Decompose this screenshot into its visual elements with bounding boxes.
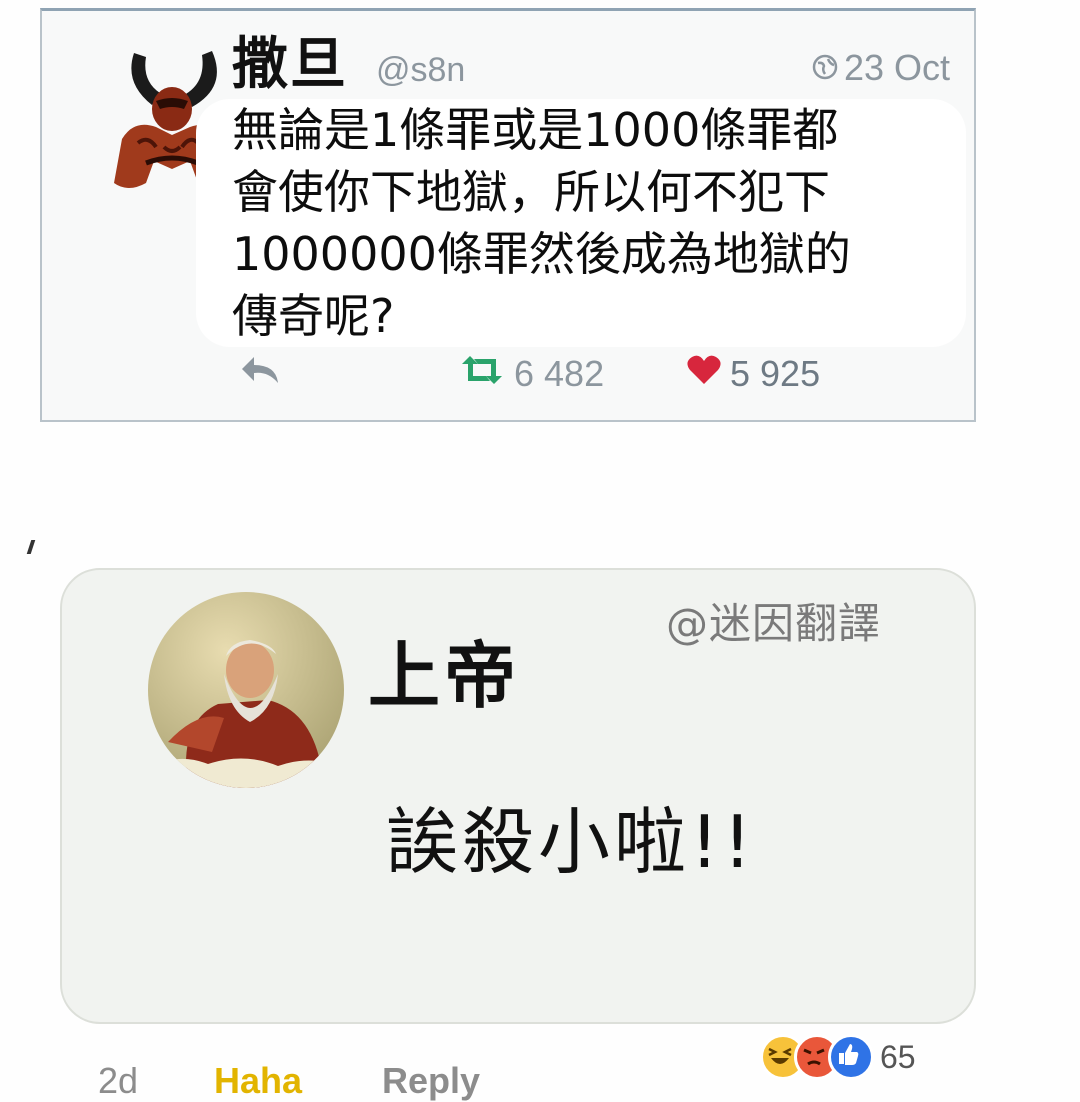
like-count: 5 925 (730, 353, 821, 394)
tweet-time-text: 23 Oct (843, 47, 950, 88)
tweet-text-line: 會使你下地獄，所以何不犯下 (232, 165, 830, 219)
retweet-icon (458, 353, 506, 395)
heart-icon (686, 353, 722, 395)
tweet-text-line: 無論是1條罪或是1000條罪都 (232, 103, 839, 157)
reaction-count: 65 (880, 1038, 916, 1075)
comment-body: 誒殺小啦!! (386, 800, 756, 884)
like-reaction-icon (828, 1034, 874, 1080)
watermark: @迷因翻譯 (666, 599, 882, 648)
tweet-card: 撒旦 @s8n 23 Oct 無論是1條罪或是1000條罪都 會使你下地獄，所以… (40, 8, 976, 422)
tweet-text-line: 傳奇呢? (232, 289, 395, 343)
tweet-author-handle[interactable]: @s8n (376, 51, 465, 90)
retweet-count: 6 482 (514, 353, 605, 394)
tweet-timestamp: 23 Oct (812, 47, 950, 89)
retweet-button[interactable]: 6 482 (458, 353, 604, 395)
comment-age: 2d (98, 1060, 139, 1101)
reply-button[interactable] (238, 353, 282, 396)
comment-author-name[interactable]: 上帝 (368, 636, 520, 716)
globe-icon (812, 47, 838, 89)
comment-card: @迷因翻譯 上帝 誒殺小啦!! (60, 568, 976, 1024)
tweet-actions: 6 482 5 925 (238, 353, 958, 403)
haha-react-button[interactable]: Haha (214, 1060, 302, 1102)
reply-icon (238, 353, 282, 396)
like-button[interactable]: 5 925 (686, 353, 820, 395)
tweet-author-name[interactable]: 撒旦 (232, 35, 348, 95)
tweet-body: 無論是1條罪或是1000條罪都 會使你下地獄，所以何不犯下 1000000條罪然… (196, 99, 966, 347)
god-avatar[interactable] (148, 592, 344, 788)
stray-mark (26, 540, 36, 554)
tweet-text-line: 1000000條罪然後成為地獄的 (232, 227, 851, 281)
reaction-summary[interactable]: 65 (760, 1034, 916, 1080)
reply-link[interactable]: Reply (382, 1060, 480, 1102)
